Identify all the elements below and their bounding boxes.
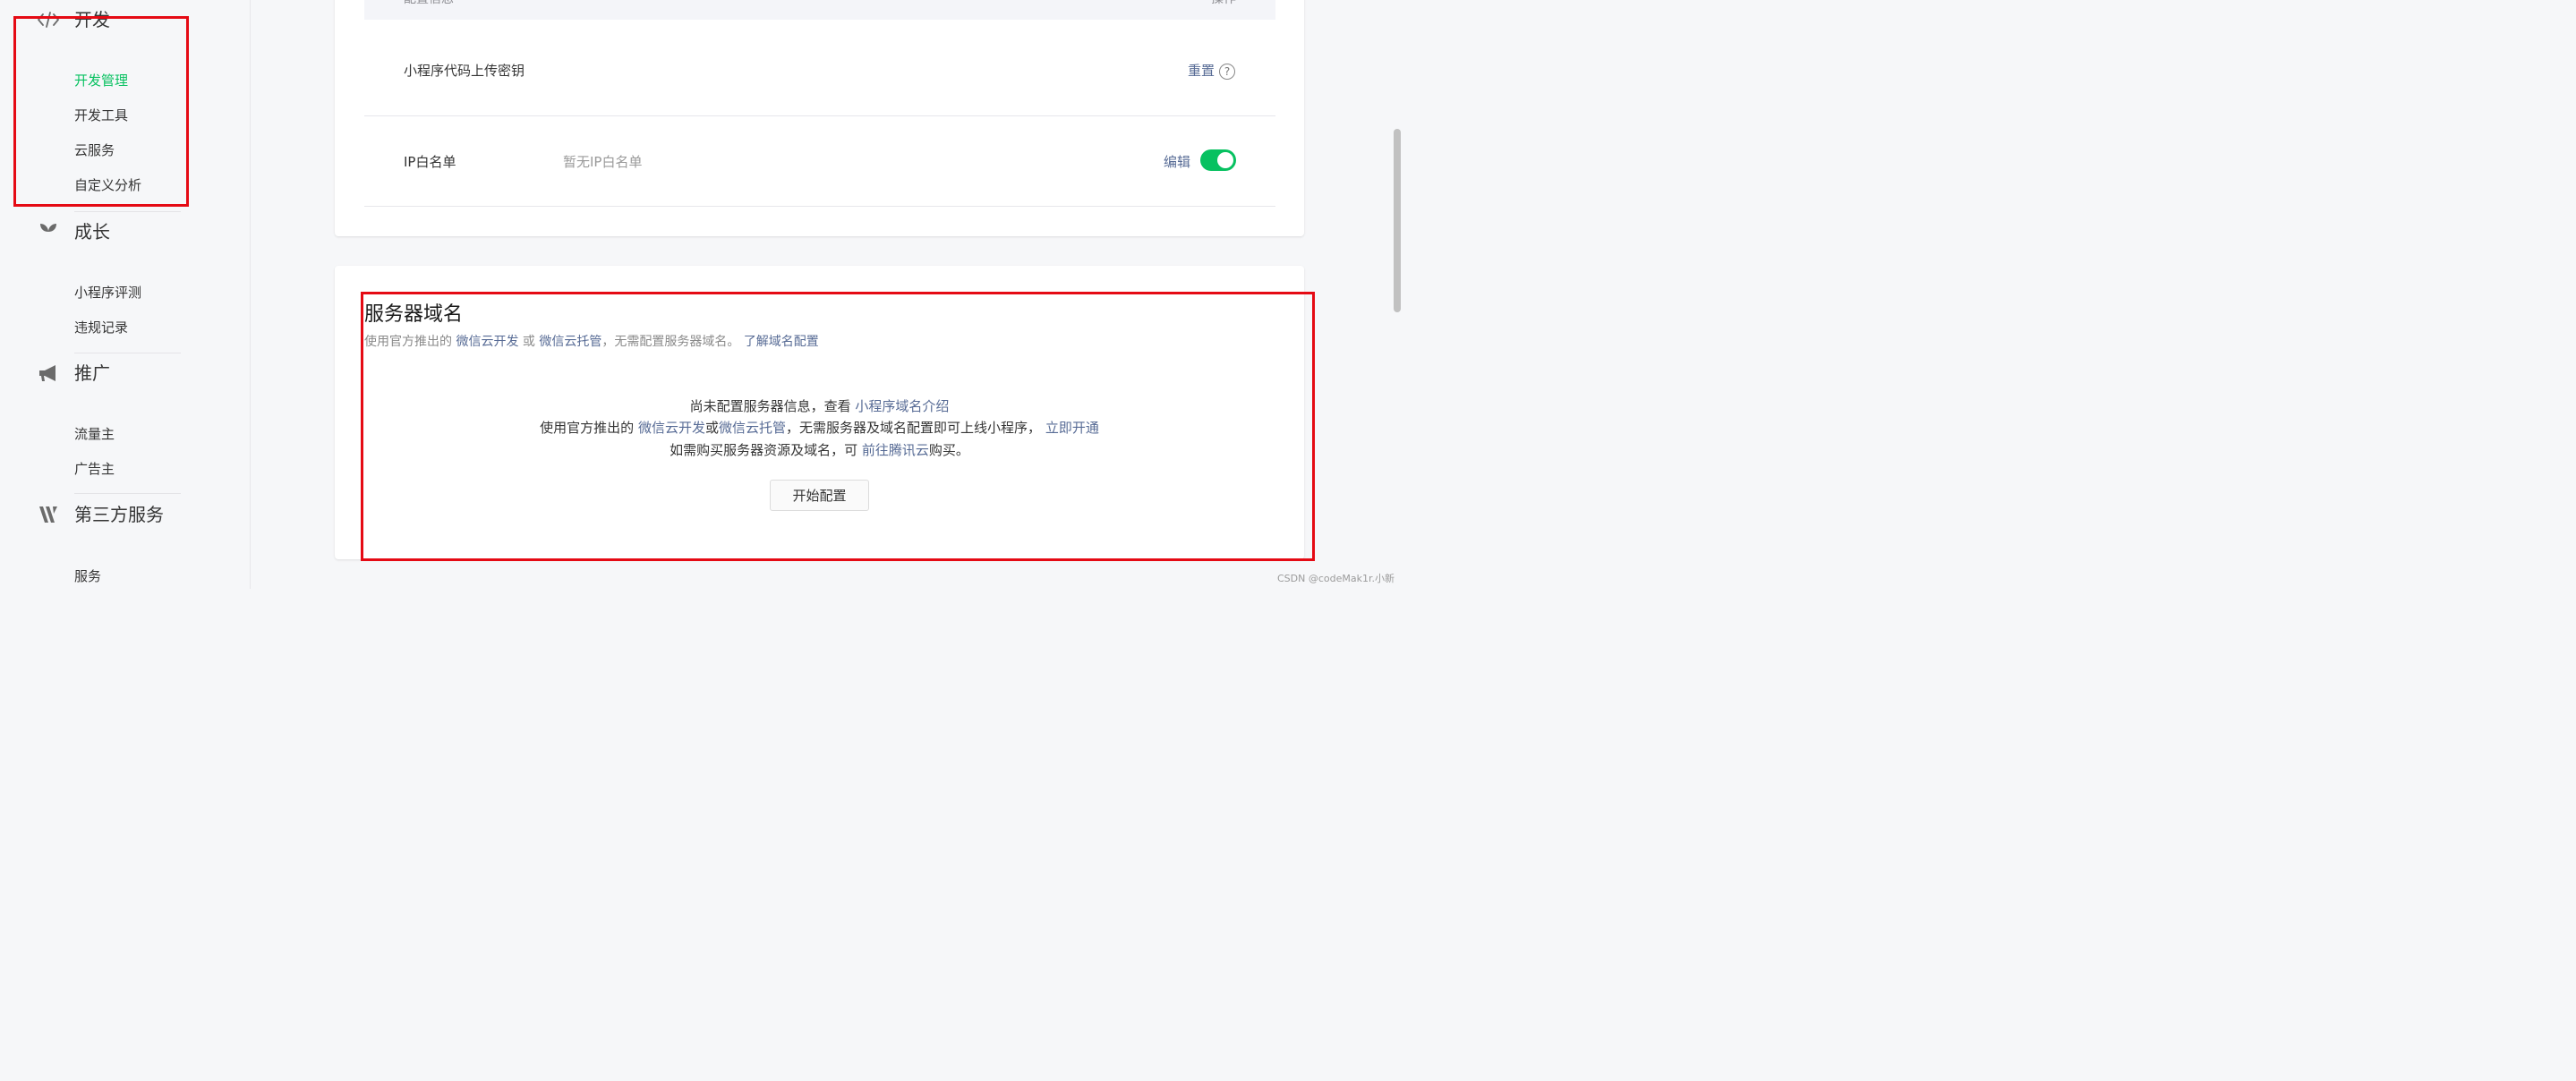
row-label: IP白名单	[404, 154, 456, 170]
empty-text: ，无需服务器及域名配置即可上线小程序，	[786, 420, 1042, 436]
help-icon[interactable]: ?	[1219, 64, 1235, 80]
desc-text: 或	[522, 335, 535, 349]
nav-item-cloud-service[interactable]: 云服务	[74, 141, 115, 159]
learn-domain-config-link[interactable]: 了解域名配置	[744, 335, 819, 349]
third-party-icon	[36, 502, 61, 527]
nav-group-title: 第三方服务	[74, 504, 164, 525]
wechat-cloud-hosting-link[interactable]: 微信云托管	[539, 335, 601, 349]
desc-text: 使用官方推出的	[364, 335, 452, 349]
empty-text: 如需购买服务器资源及域名，可	[670, 442, 858, 458]
empty-text: 使用官方推出的	[540, 420, 635, 436]
nav-group-title: 开发	[74, 9, 110, 30]
toggle-knob	[1217, 152, 1233, 168]
ip-whitelist-toggle[interactable]	[1200, 149, 1236, 171]
nav-item-evaluation[interactable]: 小程序评测	[74, 284, 141, 302]
empty-text: 尚未配置服务器信息，查看	[689, 398, 851, 414]
nav-item-dev-management[interactable]: 开发管理	[74, 72, 128, 89]
scrollbar-track[interactable]	[1391, 0, 1403, 589]
table-header-info: 配置信息	[404, 0, 454, 7]
nav-item-custom-analysis[interactable]: 自定义分析	[74, 176, 141, 194]
row-value: 暂无IP白名单	[563, 154, 643, 170]
open-now-link[interactable]: 立即开通	[1045, 420, 1099, 436]
edit-link[interactable]: 编辑	[1164, 152, 1190, 171]
domain-intro-link[interactable]: 小程序域名介绍	[855, 398, 949, 414]
watermark: CSDN @codeMak1r.小新	[1277, 573, 1395, 584]
nav-group-title: 成长	[74, 221, 110, 243]
section-title: 服务器域名	[364, 303, 464, 326]
cloud-hosting-link[interactable]: 微信云托管	[719, 420, 786, 436]
nav-item-violations[interactable]: 违规记录	[74, 319, 128, 336]
nav-item-services[interactable]: 服务	[74, 567, 101, 585]
wechat-cloud-dev-link[interactable]: 微信云开发	[456, 335, 518, 349]
scrollbar-thumb[interactable]	[1394, 129, 1401, 312]
empty-text: 或	[704, 420, 719, 436]
empty-state-line-3: 如需购买服务器资源及域名，可 前往腾讯云购买。	[335, 440, 1304, 459]
start-config-button[interactable]: 开始配置	[770, 480, 869, 511]
sprout-icon	[36, 219, 61, 244]
nav-item-advertiser[interactable]: 广告主	[74, 460, 115, 478]
divider	[74, 211, 181, 212]
code-icon	[36, 7, 61, 32]
empty-state-line-2: 使用官方推出的 微信云开发或微信云托管，无需服务器及域名配置即可上线小程序， 立…	[335, 418, 1304, 437]
section-description: 使用官方推出的 微信云开发 或 微信云托管，无需配置服务器域名。 了解域名配置	[364, 332, 819, 350]
tencent-cloud-link[interactable]: 前往腾讯云	[862, 442, 929, 458]
sidebar: 开发 开发管理 开发工具 云服务 自定义分析 成长 小程序评测 违规记录 推广 …	[0, 0, 251, 589]
empty-state-line-1: 尚未配置服务器信息，查看 小程序域名介绍	[335, 396, 1304, 415]
dev-settings-card: 配置信息 操作 小程序代码上传密钥 重置 ? IP白名单 暂无IP白名单 编辑	[335, 0, 1304, 236]
nav-item-traffic-owner[interactable]: 流量主	[74, 425, 115, 443]
table-row-upload-key: 小程序代码上传密钥 重置 ?	[364, 25, 1275, 116]
nav-group-title: 推广	[74, 362, 110, 384]
divider	[74, 493, 181, 494]
desc-text: ，无需配置服务器域名。	[601, 335, 740, 349]
table-header: 配置信息 操作	[364, 0, 1275, 20]
nav-item-dev-tools[interactable]: 开发工具	[74, 106, 128, 124]
table-header-action: 操作	[1211, 0, 1236, 7]
cloud-dev-link[interactable]: 微信云开发	[638, 420, 705, 436]
table-row-ip-whitelist: IP白名单 暂无IP白名单 编辑	[364, 115, 1275, 207]
megaphone-icon	[36, 361, 61, 386]
reset-link[interactable]: 重置	[1188, 61, 1215, 80]
row-label: 小程序代码上传密钥	[404, 63, 525, 79]
empty-text: 购买。	[928, 442, 969, 458]
